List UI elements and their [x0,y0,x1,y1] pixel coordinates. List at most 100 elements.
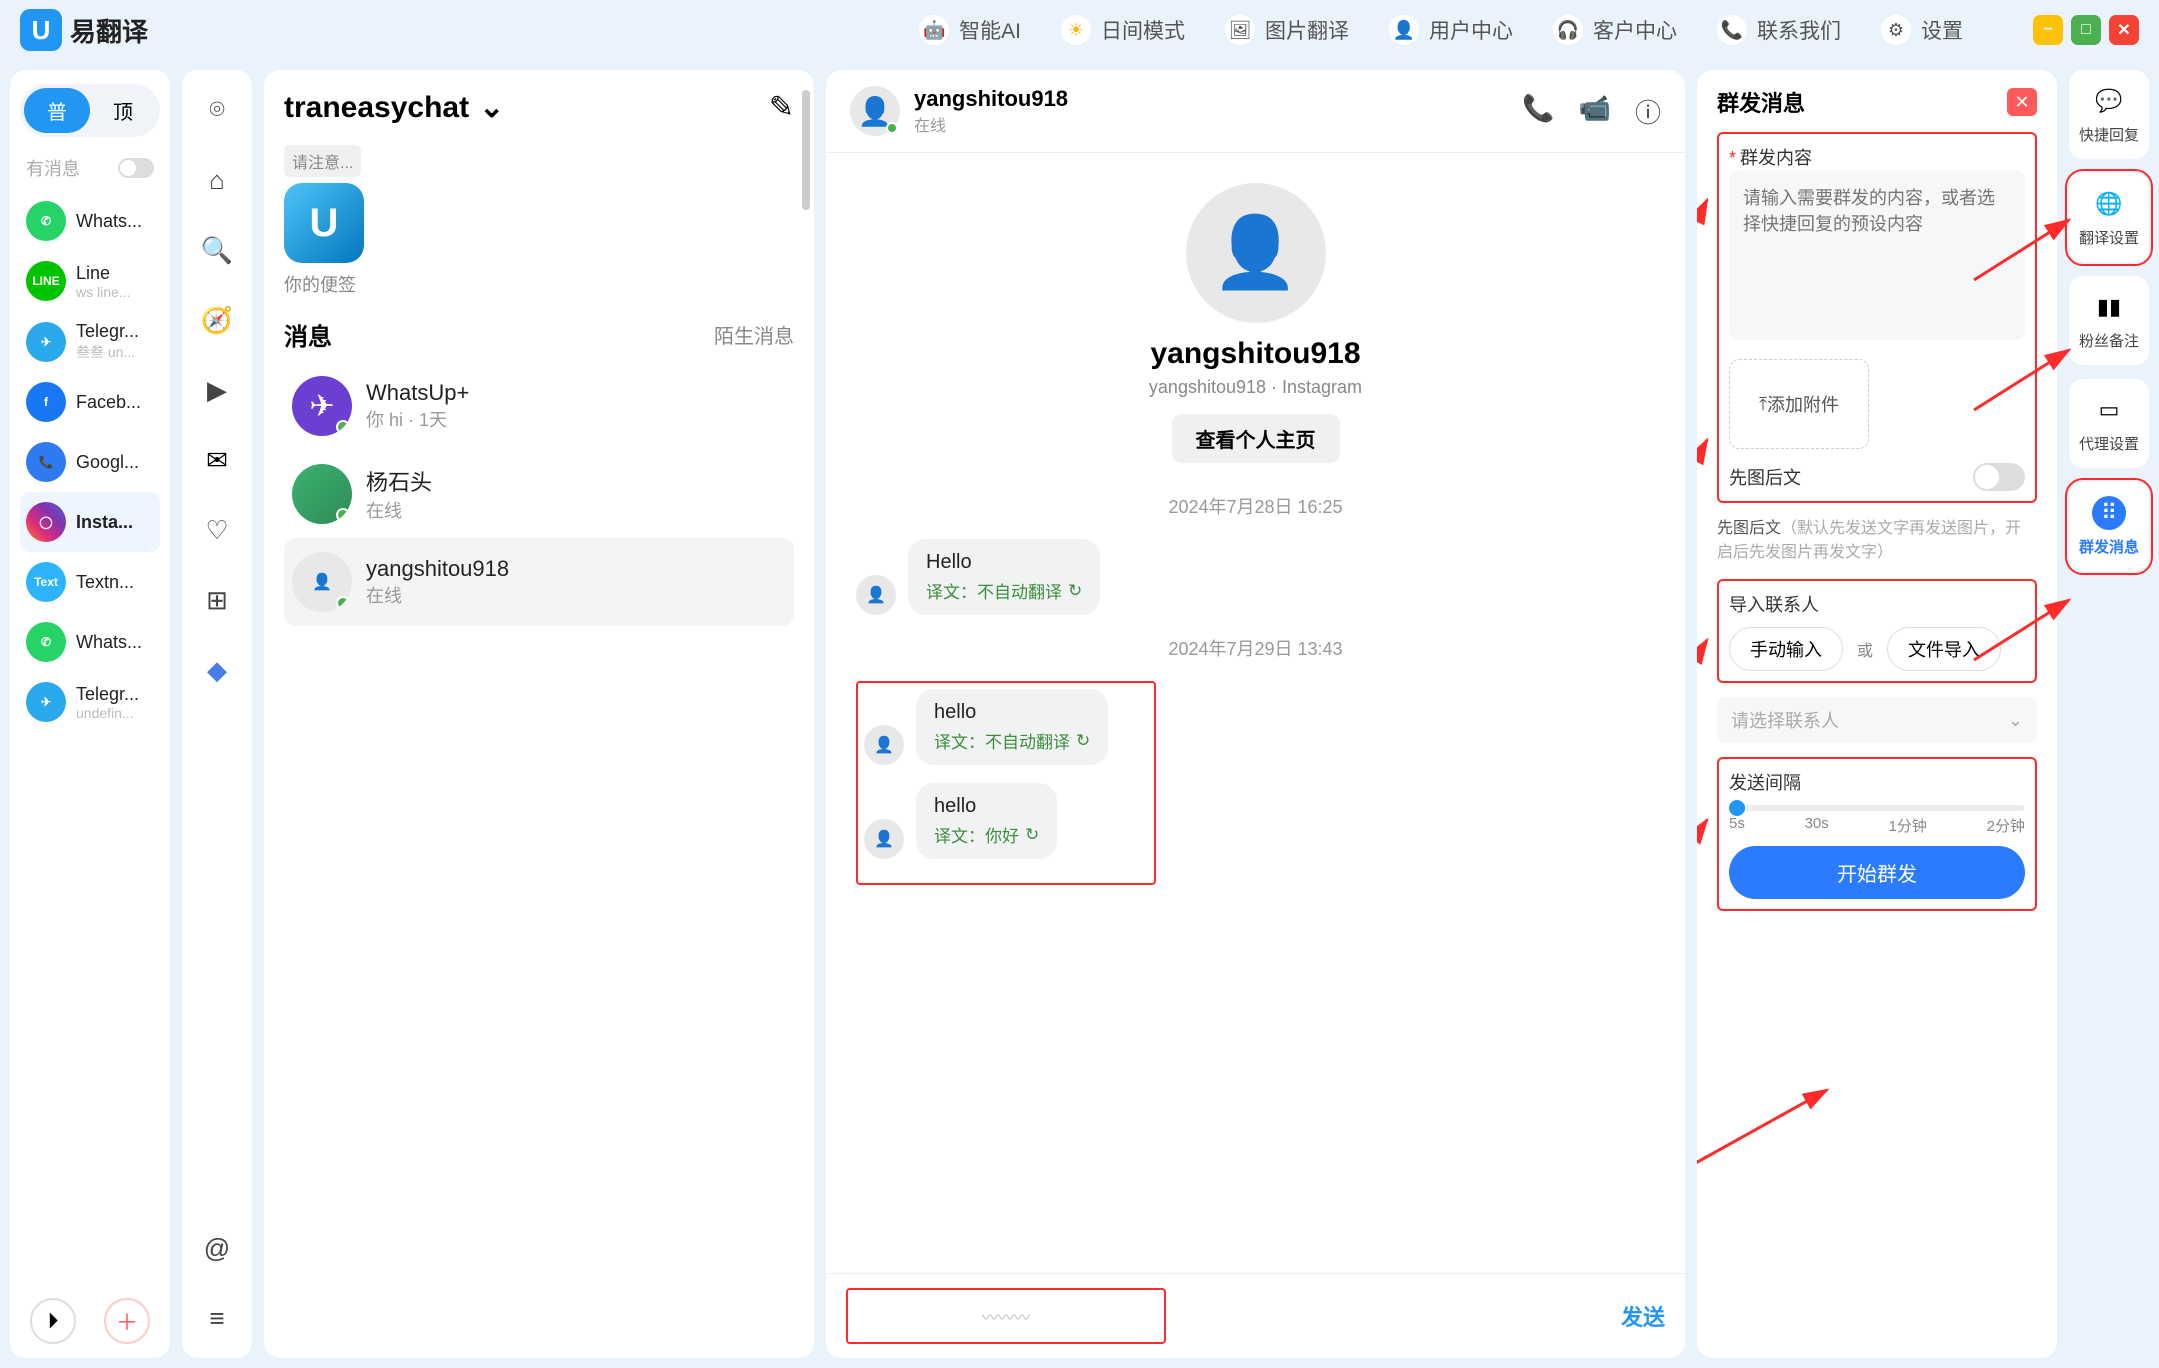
nav-home-icon[interactable]: ⌂ [197,160,237,200]
filter-toggle[interactable] [118,158,154,178]
image-translate-icon: 🖼 [1225,15,1255,45]
account-item[interactable]: ✆ Whats... [20,191,160,251]
nav-reels-icon[interactable]: ▶ [197,370,237,410]
collapse-button[interactable]: ⏵ [30,1298,76,1344]
account-name: Whats... [76,632,154,653]
nav-likes-icon[interactable]: ♡ [197,510,237,550]
add-attachment-button[interactable]: ⤒ 添加附件 [1729,359,1869,449]
account-item[interactable]: Text Textn... [20,552,160,612]
right-rail-item[interactable]: ▭ 代理设置 [2069,379,2149,468]
maximize-button[interactable]: □ [2071,15,2101,45]
menu-settings[interactable]: ⚙设置 [1881,15,1963,45]
account-item[interactable]: f Faceb... [20,372,160,432]
nav-threads-icon[interactable]: @ [197,1228,237,1268]
menu-img-translate[interactable]: 🖼图片翻译 [1225,15,1349,45]
chat-sub: 你 hi · 1天 [366,406,786,432]
nav-profile-icon[interactable]: ◆ [197,650,237,690]
broadcast-panel: 群发消息 ✕ *群发内容 ⤒ 添加附件 先图后文 先图后文（默认先发送文字再发送… [1697,70,2057,1358]
right-rail-item[interactable]: ▮▮ 粉丝备注 [2069,276,2149,365]
chat-body[interactable]: 👤 yangshitou918 yangshitou918 · Instagra… [826,153,1685,1273]
broadcast-content-input[interactable] [1729,170,2025,340]
chat-header-name: yangshitou918 [914,86,1068,112]
close-button[interactable]: ✕ [2109,15,2139,45]
message-bubble[interactable]: hello 译文：你好↻ [916,783,1057,859]
message-row: 👤 Hello 译文：不自动翻译↻ [856,539,1655,615]
tab-pu[interactable]: 普 [24,88,90,133]
top-menu: 🤖智能AI ☀日间模式 🖼图片翻译 👤用户中心 🎧客户中心 📞联系我们 ⚙设置 … [919,15,2139,45]
contact-select[interactable]: 请选择联系人 ⌄ [1717,697,2037,743]
info-icon[interactable]: ⓘ [1635,93,1661,130]
minimize-button[interactable]: − [2033,15,2063,45]
chat-item[interactable]: ✈ WhatsUp+ 你 hi · 1天 [284,362,794,450]
chat-avatar: 👤 [292,552,352,612]
menu-ai[interactable]: 🤖智能AI [919,15,1021,45]
tick: 2分钟 [1987,815,2025,836]
platform-icon: f [26,382,66,422]
menu-mode[interactable]: ☀日间模式 [1061,15,1185,45]
nav-messages-icon[interactable]: ✉ [197,440,237,480]
menu-customer-center[interactable]: 🎧客户中心 [1553,15,1677,45]
right-rail-item[interactable]: ⠿ 群发消息 [2069,482,2149,571]
chat-input-row: 〰〰〰 发送 [826,1273,1685,1358]
nav-instagram-icon[interactable]: ⌾ [197,90,237,130]
message-translation: 译文：不自动翻译↻ [934,728,1090,753]
slider-knob[interactable] [1729,800,1745,816]
chat-header-avatar[interactable]: 👤 [850,86,900,136]
refresh-icon[interactable]: ↻ [1025,825,1039,845]
section-stranger[interactable]: 陌生消息 [714,320,794,349]
send-button[interactable]: 发送 [1621,1300,1665,1332]
rail-icon: ▭ [2092,393,2126,427]
account-name: Googl... [76,452,154,473]
call-icon[interactable]: 📞 [1522,93,1554,130]
menu-user-center[interactable]: 👤用户中心 [1389,15,1513,45]
chat-item[interactable]: 杨石头 在线 [284,450,794,538]
section-messages[interactable]: 消息 [284,317,332,352]
video-icon[interactable]: 📹 [1579,93,1611,130]
phone-icon: 📞 [1717,15,1747,45]
account-item[interactable]: ✈ Telegr... 叁叁 un... [20,311,160,372]
account-item[interactable]: ◯ Insta... [20,492,160,552]
redacted-input[interactable]: 〰〰〰 [846,1288,1166,1344]
interval-slider[interactable] [1729,805,2025,811]
refresh-icon[interactable]: ↻ [1068,581,1082,601]
rail-icon: ⠿ [2092,496,2126,530]
robot-icon: 🤖 [919,15,949,45]
top-bar: U 易翻译 🤖智能AI ☀日间模式 🖼图片翻译 👤用户中心 🎧客户中心 📞联系我… [0,0,2159,60]
account-item[interactable]: ✈ Telegr... undefin... [20,672,160,732]
tick: 1分钟 [1889,815,1927,836]
account-item[interactable]: ✆ Whats... [20,612,160,672]
nav-create-icon[interactable]: ⊞ [197,580,237,620]
message-bubble[interactable]: Hello 译文：不自动翻译↻ [908,539,1100,615]
notice-card[interactable]: 请注意... U 你的便签 [284,145,404,297]
account-title[interactable]: traneasychat⌄ [284,90,504,125]
manual-input-button[interactable]: 手动输入 [1729,627,1843,671]
nav-menu-icon[interactable]: ≡ [197,1298,237,1338]
message-bubble[interactable]: hello 译文：不自动翻译↻ [916,689,1108,765]
chat-item[interactable]: 👤 yangshitou918 在线 [284,538,794,626]
add-account-button[interactable]: ＋ [104,1298,150,1344]
message-translation: 译文：不自动翻译↻ [926,578,1082,603]
import-contacts-section: 导入联系人 手动输入 或 文件导入 [1717,579,2037,683]
compose-button[interactable]: ✎ [769,90,794,125]
import-label: 导入联系人 [1729,591,2025,617]
pic-first-toggle[interactable] [1973,463,2025,491]
right-rail-item[interactable]: 💬 快捷回复 [2069,70,2149,159]
conversation-panel: traneasychat⌄ ✎ 请注意... U 你的便签 消息 陌生消息 ✈ … [264,70,814,1358]
file-import-button[interactable]: 文件导入 [1887,627,2001,671]
view-profile-button[interactable]: 查看个人主页 [1172,414,1340,463]
or-text: 或 [1857,637,1873,661]
menu-mode-label: 日间模式 [1101,15,1185,45]
refresh-icon[interactable]: ↻ [1076,731,1090,751]
tab-ding[interactable]: 顶 [90,88,156,133]
nav-search-icon[interactable]: 🔍 [197,230,237,270]
right-rail-item[interactable]: 🌐 翻译设置 [2069,173,2149,262]
account-item[interactable]: 📞 Googl... [20,432,160,492]
broadcast-close-button[interactable]: ✕ [2007,88,2037,116]
account-item[interactable]: LINE Line ws line... [20,251,160,311]
scrollbar[interactable] [802,90,810,210]
start-broadcast-button[interactable]: 开始群发 [1729,846,2025,899]
menu-contact[interactable]: 📞联系我们 [1717,15,1841,45]
rail-label: 群发消息 [2079,536,2139,557]
nav-explore-icon[interactable]: 🧭 [197,300,237,340]
interval-section: 发送间隔 5s 30s 1分钟 2分钟 开始群发 [1717,757,2037,911]
